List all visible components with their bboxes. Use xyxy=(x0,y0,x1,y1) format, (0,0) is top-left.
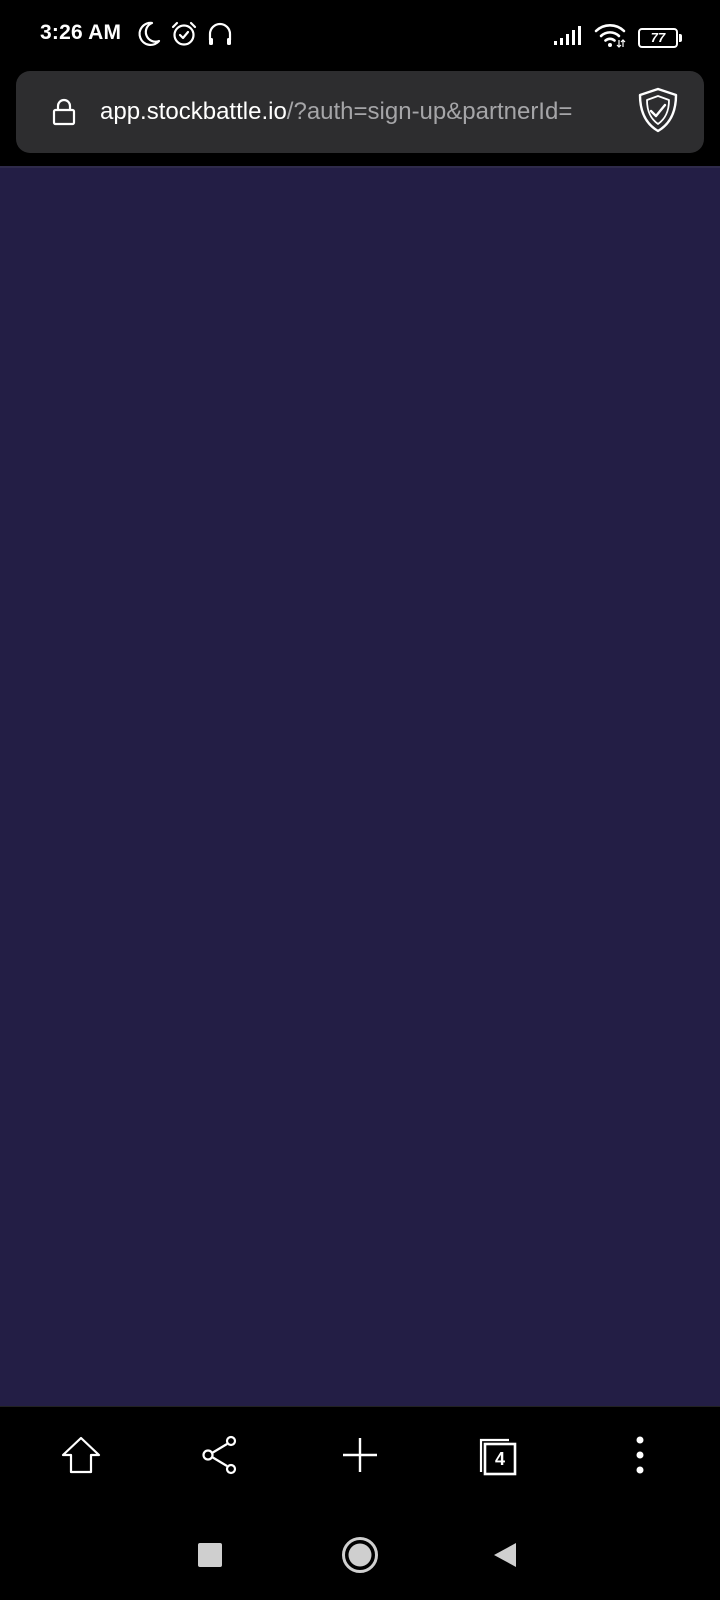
signal-icon xyxy=(552,24,582,51)
wifi-icon xyxy=(594,22,626,53)
home-icon xyxy=(60,1434,102,1481)
alarm-icon xyxy=(170,20,198,53)
home-circle-icon xyxy=(341,1536,379,1579)
url-text[interactable]: app.stockbattle.io/?auth=sign-up&partner… xyxy=(100,98,624,126)
back-triangle-icon xyxy=(492,1541,518,1574)
status-right-icons: 77 xyxy=(552,22,682,53)
shield-button[interactable] xyxy=(630,85,686,139)
new-tab-button[interactable] xyxy=(330,1427,390,1487)
battery-icon: 77 xyxy=(638,27,682,48)
plus-icon xyxy=(340,1435,380,1480)
lock-icon[interactable] xyxy=(52,98,76,131)
recents-square-icon xyxy=(197,1542,223,1573)
browser-toolbar: app.stockbattle.io/?auth=sign-up&partner… xyxy=(0,70,720,166)
battery-level: 77 xyxy=(650,30,666,45)
web-content[interactable] xyxy=(0,168,720,1406)
system-home-button[interactable] xyxy=(335,1532,385,1582)
battery-body: 77 xyxy=(638,27,678,48)
bottom-toolbar: 4 xyxy=(0,1406,720,1506)
tabs-icon: 4 xyxy=(477,1436,519,1478)
url-path: /?auth=sign-up&partnerId= xyxy=(286,98,573,125)
tabs-button[interactable]: 4 xyxy=(468,1427,528,1487)
recents-button[interactable] xyxy=(185,1532,235,1582)
more-vert-icon xyxy=(634,1435,646,1480)
share-button[interactable] xyxy=(190,1427,250,1487)
status-time: 3:26 AM xyxy=(40,21,122,44)
home-button[interactable] xyxy=(51,1427,111,1487)
tabs-count: 4 xyxy=(494,1449,505,1469)
shield-icon xyxy=(636,86,680,139)
address-bar[interactable]: app.stockbattle.io/?auth=sign-up&partner… xyxy=(16,71,704,153)
url-host: app.stockbattle.io xyxy=(100,98,287,125)
more-button[interactable] xyxy=(610,1427,670,1487)
headphones-icon xyxy=(206,20,234,53)
back-button[interactable] xyxy=(480,1532,530,1582)
battery-tip xyxy=(679,33,682,42)
status-left-icons xyxy=(136,20,234,53)
status-bar: 3:26 AM 77 xyxy=(0,0,720,70)
share-icon xyxy=(199,1434,241,1481)
moon-icon xyxy=(136,20,162,53)
system-nav-bar xyxy=(0,1506,720,1600)
